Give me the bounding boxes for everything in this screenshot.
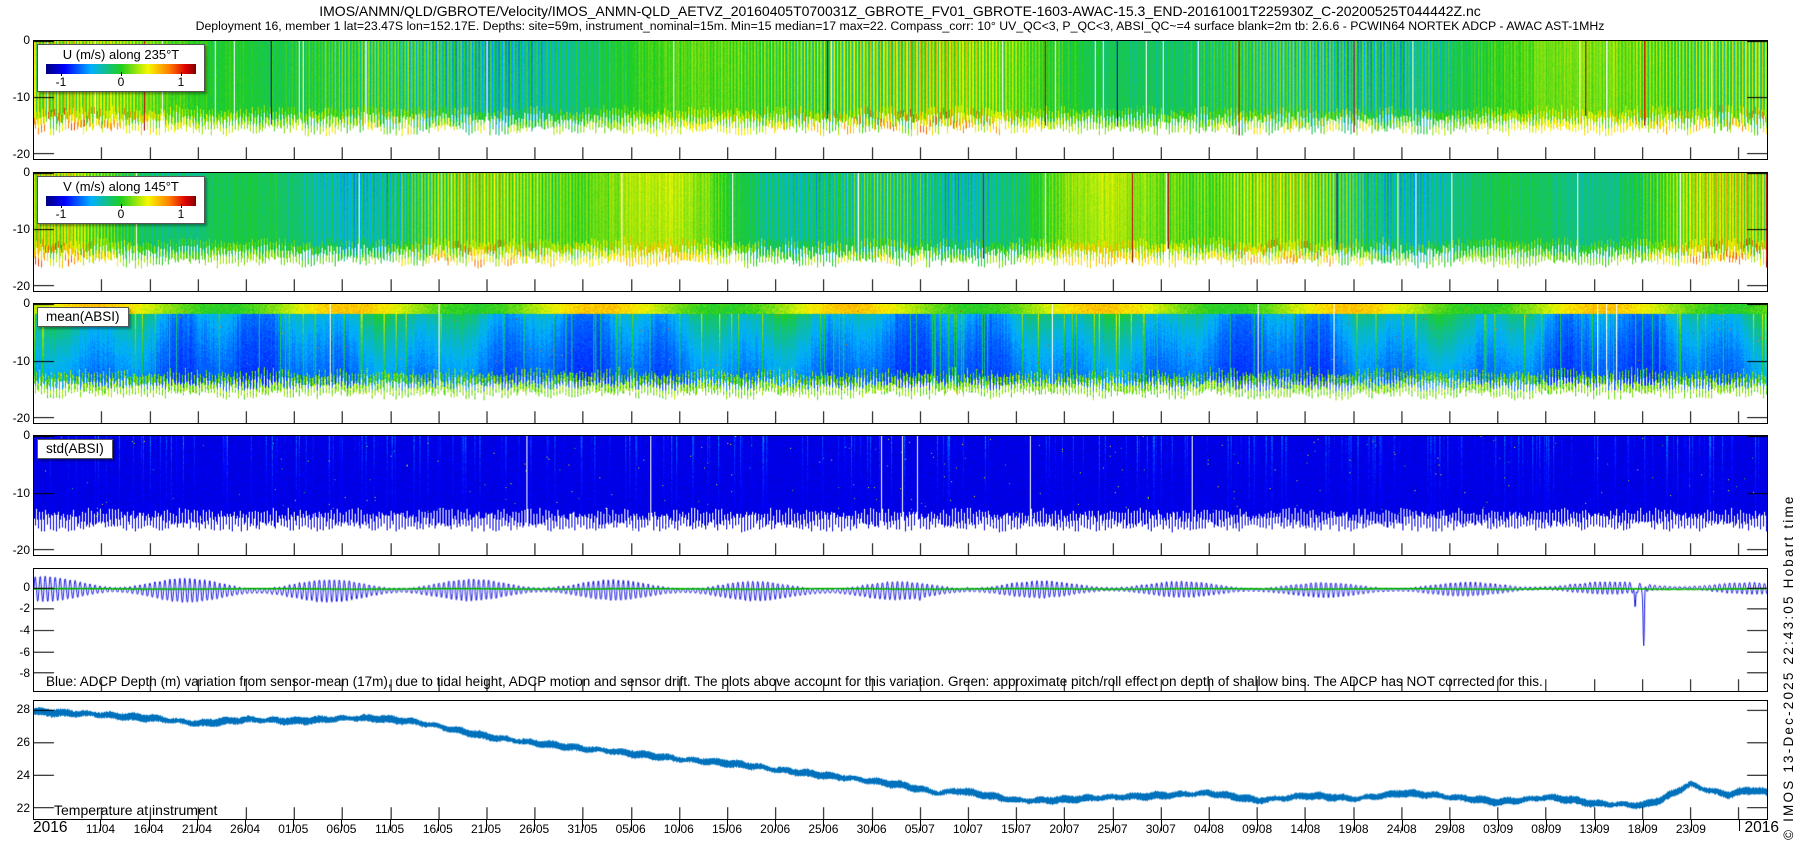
x-tick-mark (1257, 820, 1258, 831)
x-tick-mark (631, 820, 632, 831)
x-tick-mark (1643, 820, 1644, 831)
panel-temperature: Temperature at instrument (33, 700, 1768, 820)
copyright-vertical-text: © IMOS 13-Dec-2025 22:43:05 Hobart time (1781, 494, 1796, 840)
x-tick-mark (341, 820, 342, 831)
u-colorbar-legend: U (m/s) along 235°T -1 0 1 (37, 44, 205, 92)
figure: IMOS/ANMN/QLD/GBROTE/Velocity/IMOS_ANMN-… (0, 0, 1800, 850)
mean-absi-label: mean(ABSI) (37, 307, 129, 327)
x-tick-mark (823, 820, 824, 831)
x-tick-mark (1016, 820, 1017, 831)
y-tick-label: -20 (0, 543, 30, 557)
x-tick-mark (149, 820, 150, 831)
std-absi-heatmap (34, 436, 1767, 555)
x-tick-mark (1546, 820, 1547, 831)
temperature-label: Temperature at instrument (54, 802, 217, 818)
y-tick-label: -20 (0, 279, 30, 293)
panel-v-velocity: V (m/s) along 145°T -1 0 1 (33, 172, 1768, 292)
x-tick-mark (486, 820, 487, 831)
y-tick-label: 0 (0, 580, 30, 594)
year-label-end: 2016 (1745, 819, 1779, 837)
u-velocity-heatmap (34, 41, 1767, 159)
figure-subtitle: Deployment 16, member 1 lat=23.47S lon=1… (0, 19, 1800, 33)
x-tick-mark (1402, 820, 1403, 831)
y-tick-label: -10 (0, 222, 30, 236)
x-tick-mark (679, 820, 680, 831)
x-tick-mark (245, 820, 246, 831)
u-colorbar-tick-label: -1 (56, 75, 67, 89)
y-tick-label: -8 (0, 666, 30, 680)
y-tick-label: 0 (0, 428, 30, 442)
x-tick-mark (1691, 820, 1692, 831)
x-tick-mark (390, 820, 391, 831)
u-colorbar-tick-label: 1 (178, 75, 185, 89)
y-tick-label: 0 (0, 33, 30, 47)
y-tick-label: 26 (0, 735, 30, 749)
y-tick-label: -2 (0, 601, 30, 615)
figure-title: IMOS/ANMN/QLD/GBROTE/Velocity/IMOS_ANMN-… (0, 3, 1800, 19)
y-tick-label: -20 (0, 411, 30, 425)
x-tick-mark (1450, 820, 1451, 831)
depth-variation-annotation: Blue: ADCP Depth (m) variation from sens… (46, 674, 1543, 689)
x-tick-mark (1498, 820, 1499, 831)
u-legend-title: U (m/s) along 235°T (38, 45, 204, 62)
temperature-plot (34, 701, 1767, 819)
v-colorbar-ticks: -1 0 1 (38, 206, 204, 223)
panel-depth-variation: Blue: ADCP Depth (m) variation from sens… (33, 568, 1768, 692)
u-colorbar-tick-label: 0 (118, 75, 125, 89)
y-tick-label: -10 (0, 354, 30, 368)
x-tick-mark (1209, 820, 1210, 831)
y-tick-label: 28 (0, 702, 30, 716)
x-tick-mark (1305, 820, 1306, 831)
x-tick-mark (438, 820, 439, 831)
x-tick-mark (1354, 820, 1355, 831)
x-tick-mark (1739, 820, 1740, 831)
y-tick-label: -6 (0, 645, 30, 659)
y-tick-label: -20 (0, 147, 30, 161)
x-tick-mark (100, 820, 101, 831)
panel-u-velocity: U (m/s) along 235°T -1 0 1 (33, 40, 1768, 160)
x-tick-mark (872, 820, 873, 831)
x-tick-mark (727, 820, 728, 831)
x-tick-mark (293, 820, 294, 831)
v-legend-title: V (m/s) along 145°T (38, 177, 204, 194)
x-tick-mark (775, 820, 776, 831)
std-absi-label: std(ABSI) (37, 439, 113, 459)
v-colorbar-legend: V (m/s) along 145°T -1 0 1 (37, 176, 205, 224)
y-tick-label: 22 (0, 801, 30, 815)
y-tick-label: -10 (0, 486, 30, 500)
v-colorbar-tick-label: 0 (118, 207, 125, 221)
depth-variation-plot (34, 569, 1767, 691)
y-tick-label: -4 (0, 623, 30, 637)
panel-std-absi: std(ABSI) (33, 435, 1768, 556)
y-tick-label: 0 (0, 165, 30, 179)
v-velocity-heatmap (34, 173, 1767, 291)
mean-absi-heatmap (34, 304, 1767, 423)
x-tick-mark (920, 820, 921, 831)
year-label-start: 2016 (33, 819, 67, 837)
x-tick-mark (1064, 820, 1065, 831)
u-colorbar-ticks: -1 0 1 (38, 74, 204, 91)
panel-mean-absi: mean(ABSI) (33, 303, 1768, 424)
x-tick-mark (534, 820, 535, 831)
x-tick-mark (582, 820, 583, 831)
v-colorbar-tick-label: 1 (178, 207, 185, 221)
x-tick-mark (968, 820, 969, 831)
y-tick-label: 24 (0, 768, 30, 782)
x-tick-mark (1113, 820, 1114, 831)
y-tick-label: -10 (0, 90, 30, 104)
v-colorbar-tick-label: -1 (56, 207, 67, 221)
y-tick-label: 0 (0, 296, 30, 310)
x-tick-mark (1161, 820, 1162, 831)
x-tick-mark (1595, 820, 1596, 831)
x-tick-mark (197, 820, 198, 831)
